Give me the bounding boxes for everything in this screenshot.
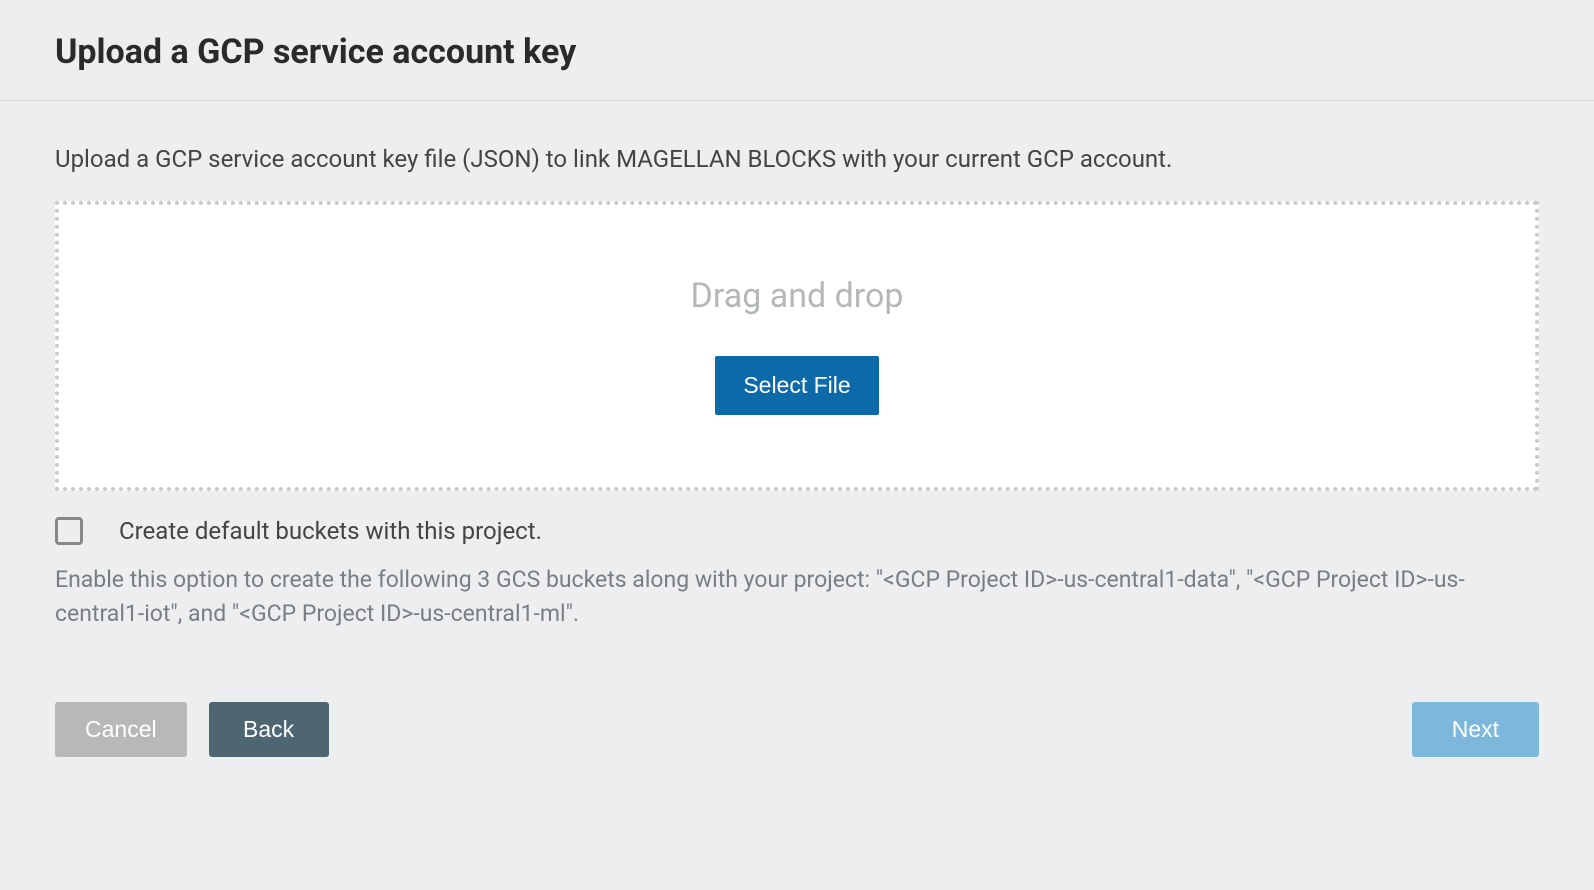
page-title: Upload a GCP service account key	[55, 32, 1539, 72]
page-container: Upload a GCP service account key Upload …	[0, 0, 1594, 890]
create-buckets-option: Create default buckets with this project…	[55, 517, 1539, 545]
page-header: Upload a GCP service account key	[0, 0, 1594, 101]
dropzone-label: Drag and drop	[691, 276, 904, 316]
select-file-button[interactable]: Select File	[715, 356, 878, 415]
file-dropzone[interactable]: Drag and drop Select File	[55, 201, 1539, 491]
page-content: Upload a GCP service account key file (J…	[0, 101, 1594, 787]
instruction-text: Upload a GCP service account key file (J…	[55, 143, 1539, 177]
next-button[interactable]: Next	[1412, 702, 1539, 757]
footer-actions: Cancel Back Next	[55, 702, 1539, 757]
create-buckets-label: Create default buckets with this project…	[119, 517, 542, 545]
create-buckets-help-text: Enable this option to create the followi…	[55, 563, 1539, 632]
footer-left-group: Cancel Back	[55, 702, 329, 757]
back-button[interactable]: Back	[209, 702, 329, 757]
cancel-button[interactable]: Cancel	[55, 702, 187, 757]
create-buckets-checkbox[interactable]	[55, 517, 83, 545]
